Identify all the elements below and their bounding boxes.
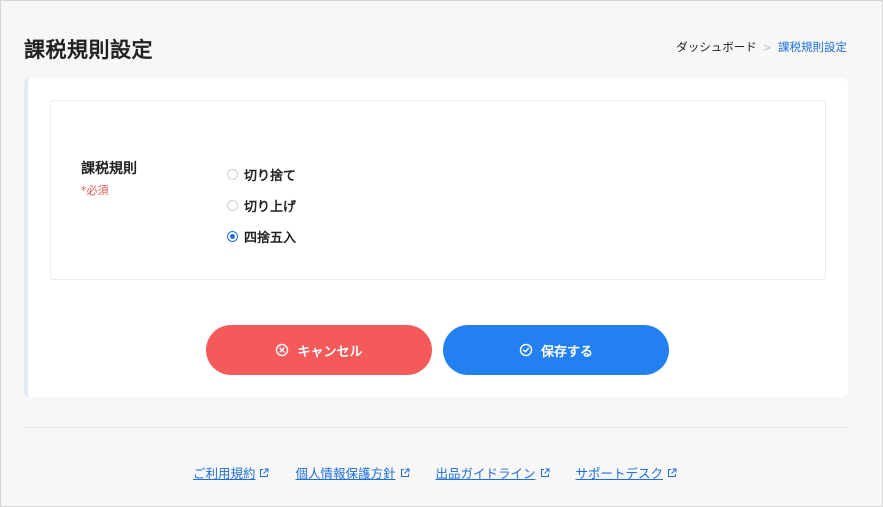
radio-label: 四捨五入 [244,231,297,246]
radio-option-round-down[interactable]: 切り捨て [227,159,296,190]
footer-divider [24,427,848,428]
breadcrumb-home-link[interactable]: ダッシュボード [676,39,757,55]
radio-group-tax-rule: 切り捨て 切り上げ 四捨五入 [227,159,296,252]
external-link-icon [400,468,409,477]
breadcrumb-separator-icon: > [762,40,772,54]
footer-link-label: サポートデスク [575,466,664,481]
footer-link-label: ご利用規約 [192,466,256,481]
cancel-button[interactable]: キャンセル [206,325,432,375]
breadcrumb-current: 課税規則設定 [778,40,847,54]
field-label-tax-rule: 課税規則 [81,161,137,177]
required-marker: *必須 [81,184,109,197]
cancel-button-label: キャンセル [297,344,363,360]
footer: ご利用規約 個人情報保護方針 出品ガイドライン サポートデスク [0,463,870,482]
radio-option-round-half[interactable]: 四捨五入 [227,221,296,252]
external-link-icon [540,468,550,477]
circle-x-icon [276,343,289,357]
save-button[interactable]: 保存する [443,325,669,375]
footer-link-terms[interactable]: ご利用規約 [193,463,270,482]
form-box: 課税規則 *必須 切り捨て 切り上げ 四捨五入 [50,100,826,280]
footer-link-label: 個人情報保護方針 [295,466,396,481]
radio-button-checked[interactable] [227,231,238,242]
footer-link-label: 出品ガイドライン [435,466,536,481]
circle-check-icon [519,343,533,357]
radio-label: 切り上げ [244,200,297,215]
page-title: 課税規則設定 [24,38,153,62]
footer-link-support-desk[interactable]: サポートデスク [576,463,678,482]
external-link-icon [668,468,677,477]
external-link-icon [260,468,269,477]
settings-card: 課税規則 *必須 切り捨て 切り上げ 四捨五入 キャンセル 保存する [24,78,848,397]
breadcrumb: ダッシュボード > 課税規則設定 [676,39,847,55]
radio-label: 切り捨て [244,169,297,184]
footer-link-listing-guidelines[interactable]: 出品ガイドライン [436,463,550,482]
save-button-label: 保存する [540,344,593,360]
radio-button[interactable] [227,169,238,180]
footer-link-privacy[interactable]: 個人情報保護方針 [295,463,409,482]
radio-button[interactable] [227,200,238,211]
radio-option-round-up[interactable]: 切り上げ [227,190,296,221]
